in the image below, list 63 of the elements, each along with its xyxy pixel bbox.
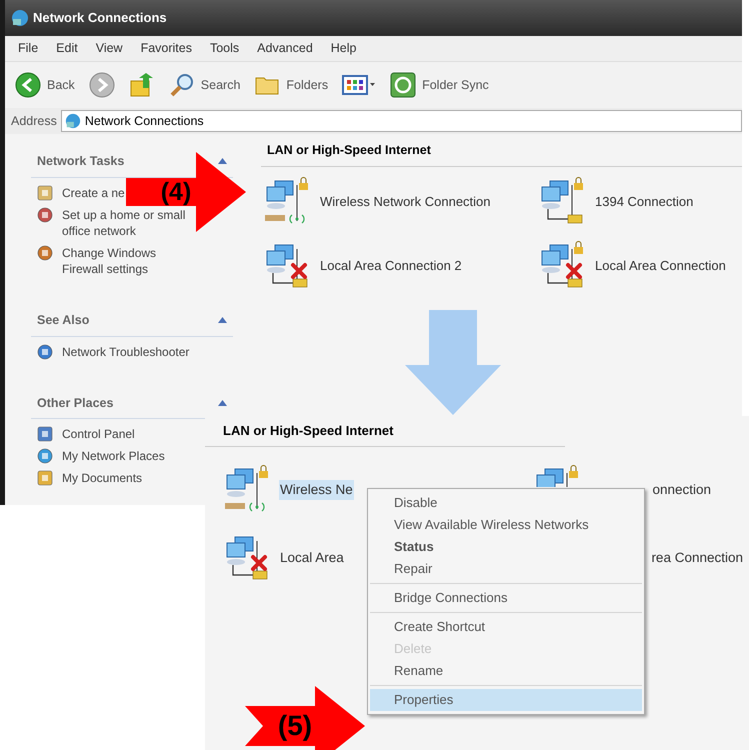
task-link[interactable]: My Documents xyxy=(62,470,142,486)
section-title: Network Tasks xyxy=(37,153,124,170)
task-link[interactable]: Change Windows Firewall settings xyxy=(62,244,190,277)
task-link[interactable]: Create a ne xyxy=(62,184,125,201)
connection-label[interactable]: Local Area Connection 2 xyxy=(319,256,463,276)
menu-item[interactable]: File xyxy=(18,39,38,58)
collapse-icon[interactable] xyxy=(218,158,227,164)
group-header: LAN or High-Speed Internet xyxy=(267,143,431,157)
info-icon xyxy=(37,344,53,360)
menu-option[interactable]: Status xyxy=(370,536,642,558)
menu-option[interactable]: View Available Wireless Networks xyxy=(370,514,642,536)
collapse-icon[interactable] xyxy=(218,400,227,406)
toolbar-button[interactable]: Folders xyxy=(254,72,328,98)
menu-item[interactable]: View xyxy=(96,39,123,58)
menu-option[interactable]: Repair xyxy=(370,558,642,580)
task-link[interactable]: Control Panel xyxy=(62,426,135,442)
menu-item[interactable]: Edit xyxy=(56,39,78,58)
section-title: Other Places xyxy=(37,394,114,412)
task-link[interactable]: Network Troubleshooter xyxy=(62,344,190,360)
address-field[interactable]: Network Connections xyxy=(60,110,742,132)
toolbar-button[interactable] xyxy=(342,74,376,96)
views-icon xyxy=(342,74,376,96)
menu-item[interactable]: Advanced xyxy=(257,39,313,58)
menu-option[interactable]: Bridge Connections xyxy=(370,587,642,609)
network-globe-icon xyxy=(64,113,81,129)
connection-label[interactable]: Local Area xyxy=(279,548,345,568)
collapse-icon[interactable] xyxy=(218,317,227,324)
menu-item[interactable]: Tools xyxy=(210,39,240,58)
toolbar-button[interactable] xyxy=(88,72,115,98)
callout-label: (4) xyxy=(160,180,192,204)
section-title: See Also xyxy=(37,312,90,329)
group-header: LAN or High-Speed Internet xyxy=(223,423,394,438)
panel-icon xyxy=(37,426,53,442)
address-value: Network Connections xyxy=(84,112,204,130)
connection-label[interactable]: 1394 Connection xyxy=(594,192,694,212)
toolbar-button[interactable]: Folder Sync xyxy=(390,72,489,98)
search-icon xyxy=(168,72,195,98)
connection-label[interactable]: Wireless Ne xyxy=(279,480,354,500)
connection-label[interactable]: Wireless Network Connection xyxy=(319,192,492,212)
menu-option[interactable]: Properties xyxy=(370,689,642,711)
toolbar-button[interactable]: Search xyxy=(168,72,240,98)
wizard-icon xyxy=(37,184,53,201)
firewall-icon xyxy=(37,244,53,261)
menu-option[interactable]: Create Shortcut xyxy=(370,616,642,638)
menu-item[interactable]: Help xyxy=(330,39,356,58)
callout-label: (5) xyxy=(278,712,312,740)
globe-icon xyxy=(37,448,53,464)
task-link[interactable]: My Network Places xyxy=(62,448,165,464)
sync-icon xyxy=(390,72,416,98)
menu-item[interactable]: Favorites xyxy=(140,39,192,58)
folder-up-icon xyxy=(128,72,155,98)
home-icon xyxy=(37,206,53,223)
connection-label[interactable]: Local Area Connection xyxy=(594,256,727,276)
documents-icon xyxy=(37,470,53,486)
task-link[interactable]: Set up a home or small office network xyxy=(62,206,190,239)
window-title: Network Connections xyxy=(33,9,167,28)
menu-option[interactable]: Rename xyxy=(370,660,642,682)
network-globe-icon xyxy=(11,9,29,27)
toolbar-button[interactable]: Back xyxy=(15,72,75,98)
menu-option[interactable]: Disable xyxy=(370,492,642,514)
connection-label[interactable]: onnection xyxy=(652,480,711,500)
address-label: Address xyxy=(11,112,57,130)
connection-label[interactable]: rea Connection xyxy=(651,548,743,568)
